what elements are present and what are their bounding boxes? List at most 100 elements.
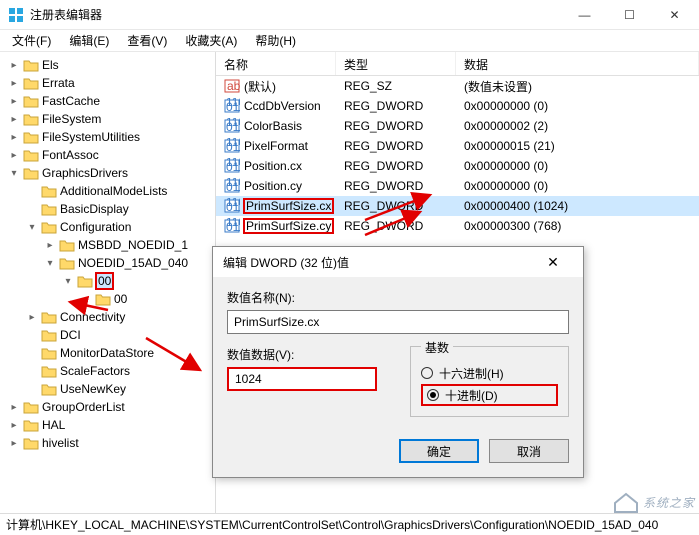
tree-node-filesystem[interactable]: ▸ FileSystem bbox=[2, 110, 215, 128]
folder-icon bbox=[23, 436, 39, 450]
cell-name: 110011PixelFormat bbox=[216, 138, 336, 154]
ok-button[interactable]: 确定 bbox=[399, 439, 479, 463]
twisty-icon[interactable]: ▸ bbox=[8, 420, 20, 431]
statusbar-path: 计算机\HKEY_LOCAL_MACHINE\SYSTEM\CurrentCon… bbox=[0, 513, 699, 535]
cell-type: REG_DWORD bbox=[336, 99, 456, 113]
folder-icon bbox=[77, 274, 93, 288]
twisty-icon[interactable]: ▾ bbox=[44, 258, 56, 269]
radio-hex-row[interactable]: 十六进制(H) bbox=[421, 362, 558, 384]
cell-name: ab(默认) bbox=[216, 78, 336, 95]
twisty-icon[interactable]: ▾ bbox=[62, 276, 74, 287]
col-header-type[interactable]: 类型 bbox=[336, 52, 456, 75]
twisty-icon[interactable]: ▸ bbox=[8, 60, 20, 71]
tree-node-hal[interactable]: ▸HAL bbox=[2, 416, 215, 434]
twisty-icon[interactable]: ▸ bbox=[8, 78, 20, 89]
tree-node-additionalmodelists[interactable]: AdditionalModeLists bbox=[2, 182, 215, 200]
folder-icon bbox=[41, 382, 57, 396]
radio-dec-row[interactable]: 十进制(D) bbox=[421, 384, 558, 406]
tree-node-fastcache[interactable]: ▸FastCache bbox=[2, 92, 215, 110]
tree-node-hivelist[interactable]: ▸ hivelist bbox=[2, 434, 215, 452]
tree-label: 00 bbox=[114, 292, 127, 306]
tree-label: GraphicsDrivers bbox=[42, 166, 128, 180]
col-header-name[interactable]: 名称 bbox=[216, 52, 336, 75]
base-fieldset: 基数 十六进制(H) 十进制(D) bbox=[410, 346, 569, 417]
twisty-icon[interactable]: ▾ bbox=[8, 168, 20, 179]
twisty-icon[interactable]: ▸ bbox=[26, 312, 38, 323]
menu-favorites[interactable]: 收藏夹(A) bbox=[177, 30, 245, 51]
list-row[interactable]: 110011PrimSurfSize.cyREG_DWORD0x00000300… bbox=[216, 216, 699, 236]
tree-node-connectivity[interactable]: ▸ Connectivity bbox=[2, 308, 215, 326]
menu-view[interactable]: 查看(V) bbox=[119, 30, 175, 51]
tree-label: ScaleFactors bbox=[60, 364, 130, 378]
radio-dec[interactable] bbox=[427, 389, 439, 401]
cell-data: 0x00000000 (0) bbox=[456, 99, 699, 113]
close-button[interactable]: ✕ bbox=[652, 0, 697, 30]
menu-help[interactable]: 帮助(H) bbox=[247, 30, 304, 51]
tree-label: FileSystem bbox=[42, 112, 101, 126]
dialog-titlebar: 编辑 DWORD (32 位)值 ✕ bbox=[213, 247, 583, 277]
twisty-icon[interactable]: ▸ bbox=[44, 240, 56, 251]
list-row[interactable]: 110011PixelFormatREG_DWORD0x00000015 (21… bbox=[216, 136, 699, 156]
cell-type: REG_DWORD bbox=[336, 139, 456, 153]
twisty-icon[interactable]: ▸ bbox=[8, 132, 20, 143]
tree-label: MSBDD_NOEDID_1 bbox=[78, 238, 188, 252]
tree-node-scalefactors[interactable]: ScaleFactors bbox=[2, 362, 215, 380]
twisty-icon[interactable]: ▸ bbox=[8, 402, 20, 413]
tree-node-noedid_15ad_040[interactable]: ▾NOEDID_15AD_040 bbox=[2, 254, 215, 272]
tree-node-fontassoc[interactable]: ▸FontAssoc bbox=[2, 146, 215, 164]
dialog-close-button[interactable]: ✕ bbox=[533, 254, 573, 271]
binary-value-icon: 110011 bbox=[224, 218, 240, 234]
tree-node-filesystemutilities[interactable]: ▸FileSystemUtilities bbox=[2, 128, 215, 146]
tree-node-configuration[interactable]: ▾Configuration bbox=[2, 218, 215, 236]
list-row[interactable]: 110011ColorBasisREG_DWORD0x00000002 (2) bbox=[216, 116, 699, 136]
tree-node-dci[interactable]: DCI bbox=[2, 326, 215, 344]
tree-label: Errata bbox=[42, 76, 75, 90]
list-row[interactable]: 110011Position.cyREG_DWORD0x00000000 (0) bbox=[216, 176, 699, 196]
menu-edit[interactable]: 编辑(E) bbox=[61, 30, 117, 51]
tree-label: Connectivity bbox=[60, 310, 125, 324]
tree-label: UseNewKey bbox=[60, 382, 126, 396]
folder-icon bbox=[23, 94, 39, 108]
tree-node-msbdd_noedid_1[interactable]: ▸ MSBDD_NOEDID_1 bbox=[2, 236, 215, 254]
twisty-icon[interactable]: ▸ bbox=[8, 438, 20, 449]
radio-dec-label: 十进制(D) bbox=[445, 387, 498, 404]
value-data-input[interactable] bbox=[227, 367, 377, 391]
svg-text:ab: ab bbox=[227, 79, 240, 93]
list-row[interactable]: 110011PrimSurfSize.cxREG_DWORD0x00000400… bbox=[216, 196, 699, 216]
tree-node-grouporderlist[interactable]: ▸GroupOrderList bbox=[2, 398, 215, 416]
list-row[interactable]: 110011CcdDbVersionREG_DWORD0x00000000 (0… bbox=[216, 96, 699, 116]
tree-node-errata[interactable]: ▸ Errata bbox=[2, 74, 215, 92]
folder-icon bbox=[23, 112, 39, 126]
tree-node-monitordatastore[interactable]: MonitorDataStore bbox=[2, 344, 215, 362]
minimize-button[interactable]: — bbox=[562, 0, 607, 30]
twisty-icon[interactable]: ▸ bbox=[8, 96, 20, 107]
svg-text:011: 011 bbox=[226, 140, 240, 154]
radio-hex[interactable] bbox=[421, 367, 433, 379]
twisty-icon[interactable]: ▸ bbox=[8, 150, 20, 161]
tree-node-usenewkey[interactable]: UseNewKey bbox=[2, 380, 215, 398]
tree-node-graphicsdrivers[interactable]: ▾ GraphicsDrivers bbox=[2, 164, 215, 182]
cell-type: REG_SZ bbox=[336, 79, 456, 93]
cell-data: 0x00000300 (768) bbox=[456, 219, 699, 233]
twisty-icon[interactable]: ▸ bbox=[8, 114, 20, 125]
cancel-button[interactable]: 取消 bbox=[489, 439, 569, 463]
cell-data: (数值未设置) bbox=[456, 78, 699, 95]
maximize-button[interactable]: ☐ bbox=[607, 0, 652, 30]
folder-icon bbox=[23, 400, 39, 414]
list-row[interactable]: ab(默认)REG_SZ(数值未设置) bbox=[216, 76, 699, 96]
folder-icon bbox=[41, 220, 57, 234]
tree-node-00[interactable]: ▾00 bbox=[2, 272, 215, 290]
tree-pane[interactable]: ▸Els▸Errata▸FastCache▸FileSystem▸FileSys… bbox=[0, 52, 216, 513]
tree-label: Els bbox=[42, 58, 59, 72]
tree-node-basicdisplay[interactable]: BasicDisplay bbox=[2, 200, 215, 218]
cell-data: 0x00000400 (1024) bbox=[456, 199, 699, 213]
col-header-data[interactable]: 数据 bbox=[456, 52, 699, 75]
tree-node-els[interactable]: ▸ Els bbox=[2, 56, 215, 74]
tree-label: hivelist bbox=[42, 436, 79, 450]
value-name-input[interactable] bbox=[227, 310, 569, 334]
menu-file[interactable]: 文件(F) bbox=[4, 30, 59, 51]
tree-label: AdditionalModeLists bbox=[60, 184, 167, 198]
tree-node-00[interactable]: 00 bbox=[2, 290, 215, 308]
list-row[interactable]: 110011Position.cxREG_DWORD0x00000000 (0) bbox=[216, 156, 699, 176]
twisty-icon[interactable]: ▾ bbox=[26, 222, 38, 233]
